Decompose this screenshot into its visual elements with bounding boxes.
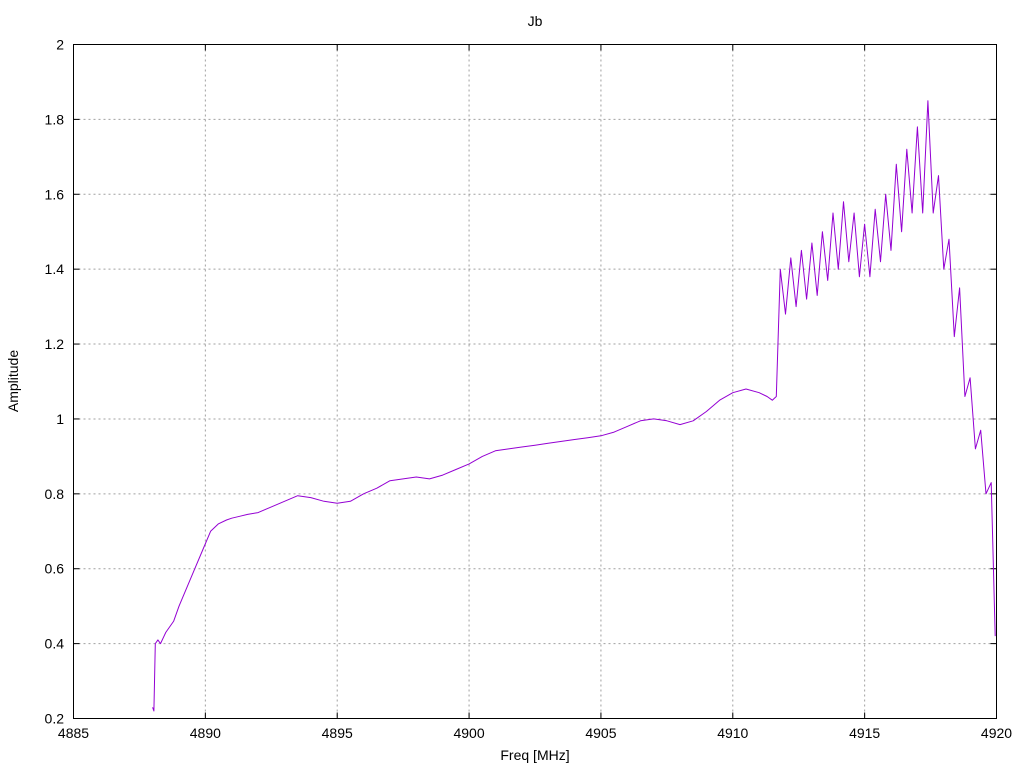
x-tick-label: 4895 [322,725,353,741]
x-tick-label: 4920 [981,725,1012,741]
y-tick-label: 1.6 [45,186,65,202]
y-tick-label: 1.8 [45,111,65,127]
y-tick-label: 1 [56,411,64,427]
x-tick-label: 4905 [585,725,616,741]
series-line-jb [152,100,996,712]
x-tick-label: 4890 [190,725,221,741]
chart-title: Jb [528,13,543,29]
y-tick-label: 0.4 [45,636,65,652]
y-tick-label: 2 [56,37,64,53]
x-tick-label: 4885 [58,725,89,741]
x-axis-label: Freq [MHz] [500,747,569,763]
y-tick-labels: 0.2 0.4 0.6 0.8 1 1.2 1.4 1.6 1.8 2 [45,37,65,727]
x-tick-label: 4900 [453,725,484,741]
chart-svg: Jb 4885 4890 4895 4900 4905 4910 4915 4920 0.20… [5,13,1012,763]
y-tick-label: 0.2 [45,711,65,727]
y-tick-label: 1.2 [45,336,65,352]
x-tick-label: 4910 [717,725,748,741]
x-tick-label: 4915 [849,725,880,741]
y-axis-label: Amplitude [5,350,21,412]
y-tick-label: 0.8 [45,486,65,502]
grid [73,44,997,719]
plot-frame [73,44,997,719]
y-tick-label: 0.6 [45,561,65,577]
tick-marks [73,44,997,719]
x-tick-labels: 4885 4890 4895 4900 4905 4910 4915 4920 [58,725,1012,741]
y-tick-label: 1.4 [45,261,65,277]
